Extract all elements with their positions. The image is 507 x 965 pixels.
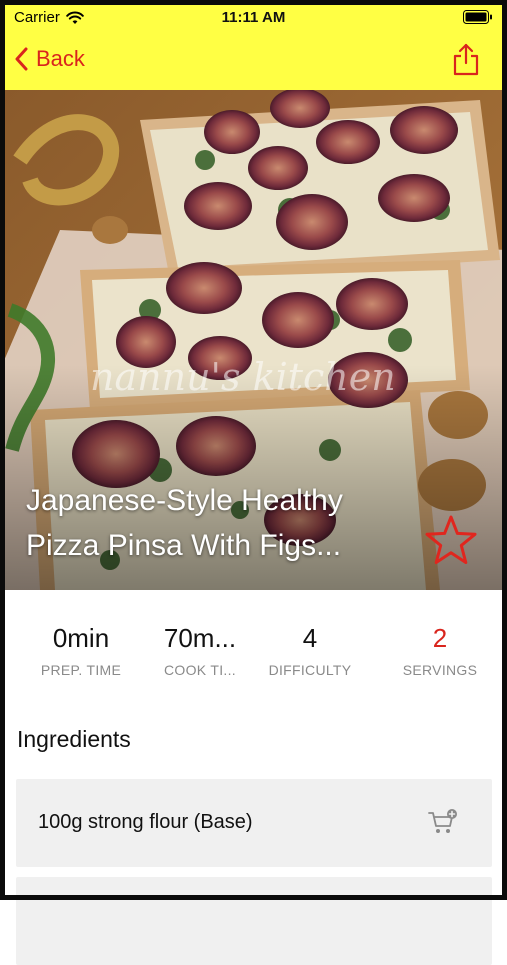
stat-cook-time: 70m... COOK TI...	[145, 620, 255, 678]
stat-value: 2	[432, 623, 448, 653]
recipe-hero-image: nannu's kitchen Japanese-Style Healthy P…	[0, 90, 507, 590]
cart-add-icon[interactable]	[428, 809, 458, 835]
share-icon[interactable]	[451, 42, 481, 76]
stat-servings[interactable]: 2 SERVINGS	[385, 620, 495, 678]
back-button[interactable]: Back	[14, 46, 85, 72]
ingredients-heading: Ingredients	[17, 726, 131, 752]
star-outline-icon[interactable]	[424, 514, 478, 566]
stat-label: SERVINGS	[402, 662, 478, 678]
stat-difficulty: 4 DIFFICULTY	[255, 620, 365, 678]
battery-icon	[463, 10, 492, 24]
recipe-title: Japanese-Style Healthy Pizza Pinsa With …	[26, 478, 426, 568]
recipe-title-line-2: Pizza Pinsa With Figs...	[26, 529, 342, 562]
navigation-bar: Carrier 11:11 AM Back	[0, 0, 507, 90]
stat-label: DIFFICULTY	[268, 662, 352, 678]
ingredient-text: 100g strong flour (Base)	[38, 811, 253, 833]
stat-label: COOK TI...	[164, 662, 236, 678]
recipe-title-line-1: Japanese-Style Healthy	[26, 484, 343, 517]
stat-value: 70m...	[163, 623, 237, 653]
watermark-text: nannu's kitchen	[90, 355, 396, 399]
ingredient-row[interactable]	[16, 877, 492, 965]
stat-value: 4	[302, 623, 318, 653]
stat-value: 0min	[52, 623, 110, 653]
stat-label: PREP. TIME	[40, 662, 122, 678]
status-bar: Carrier 11:11 AM	[0, 8, 507, 30]
clock: 11:11 AM	[221, 9, 286, 26]
nav-row: Back	[0, 40, 507, 84]
ingredient-row[interactable]: 100g strong flour (Base)	[16, 779, 492, 867]
chevron-left-icon	[15, 47, 28, 71]
recipe-stats: 0min PREP. TIME 70m... COOK TI... 4 DIFF…	[0, 620, 507, 690]
back-label: Back	[36, 46, 85, 71]
stat-prep-time: 0min PREP. TIME	[26, 620, 136, 678]
